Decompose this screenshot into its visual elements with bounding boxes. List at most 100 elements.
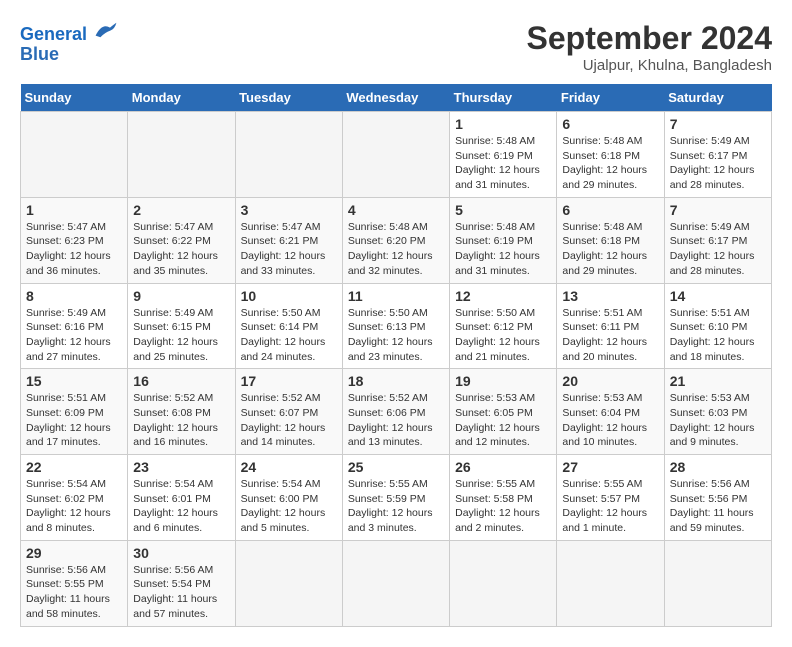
calendar-cell: 12Sunrise: 5:50 AMSunset: 6:12 PMDayligh… <box>450 283 557 369</box>
day-info: Sunrise: 5:49 AMSunset: 6:17 PMDaylight:… <box>670 220 766 279</box>
main-title: September 2024 <box>527 20 772 57</box>
day-info: Sunrise: 5:54 AMSunset: 6:00 PMDaylight:… <box>241 477 337 536</box>
logo-text: General <box>20 20 118 45</box>
col-header-sunday: Sunday <box>21 84 128 112</box>
calendar-cell: 28Sunrise: 5:56 AMSunset: 5:56 PMDayligh… <box>664 455 771 541</box>
calendar-cell: 7 Sunrise: 5:49 AMSunset: 6:17 PMDaylight… <box>664 197 771 283</box>
logo-bird-icon <box>94 20 118 40</box>
calendar-cell: 21 Sunrise: 5:53 AMSunset: 6:03 PMDayligh… <box>664 369 771 455</box>
calendar-cell: 30 Sunrise: 5:56 AMSunset: 5:54 PMDayligh… <box>128 540 235 626</box>
day-info: Sunrise: 5:47 AMSunset: 6:21 PMDaylight:… <box>241 220 337 279</box>
calendar-cell: 2Sunrise: 5:47 AMSunset: 6:22 PMDaylight… <box>128 197 235 283</box>
day-number: 22 <box>26 459 122 475</box>
day-number: 16 <box>133 373 229 389</box>
day-number: 21 <box>670 373 766 389</box>
calendar-cell: 10Sunrise: 5:50 AMSunset: 6:14 PMDayligh… <box>235 283 342 369</box>
day-number: 6 <box>562 202 658 218</box>
day-number: 6 <box>562 116 658 132</box>
calendar-cell: 9 Sunrise: 5:49 AMSunset: 6:15 PMDaylight… <box>128 283 235 369</box>
calendar-week-row: 1Sunrise: 5:47 AMSunset: 6:23 PMDaylight… <box>21 197 772 283</box>
subtitle: Ujalpur, Khulna, Bangladesh <box>527 57 772 74</box>
col-header-thursday: Thursday <box>450 84 557 112</box>
calendar-cell: 6Sunrise: 5:48 AMSunset: 6:18 PMDaylight… <box>557 197 664 283</box>
title-block: September 2024 Ujalpur, Khulna, Banglade… <box>527 20 772 74</box>
day-info: Sunrise: 5:48 AMSunset: 6:19 PMDaylight:… <box>455 134 551 193</box>
day-number: 20 <box>562 373 658 389</box>
day-info: Sunrise: 5:49 AMSunset: 6:16 PMDaylight:… <box>26 306 122 365</box>
day-number: 26 <box>455 459 551 475</box>
day-info: Sunrise: 5:55 AMSunset: 5:57 PMDaylight:… <box>562 477 658 536</box>
calendar-cell: 26 Sunrise: 5:55 AMSunset: 5:58 PMDayligh… <box>450 455 557 541</box>
day-number: 4 <box>348 202 444 218</box>
calendar-table: SundayMondayTuesdayWednesdayThursdayFrid… <box>20 84 772 627</box>
calendar-cell <box>664 540 771 626</box>
day-number: 11 <box>348 288 444 304</box>
calendar-cell: 24Sunrise: 5:54 AMSunset: 6:00 PMDayligh… <box>235 455 342 541</box>
logo-general: General <box>20 24 87 44</box>
day-info: Sunrise: 5:47 AMSunset: 6:23 PMDaylight:… <box>26 220 122 279</box>
day-info: Sunrise: 5:53 AMSunset: 6:03 PMDaylight:… <box>670 391 766 450</box>
day-info: Sunrise: 5:47 AMSunset: 6:22 PMDaylight:… <box>133 220 229 279</box>
day-number: 19 <box>455 373 551 389</box>
calendar-cell: 4 Sunrise: 5:48 AMSunset: 6:20 PMDaylight… <box>342 197 449 283</box>
day-number: 23 <box>133 459 229 475</box>
col-header-friday: Friday <box>557 84 664 112</box>
day-info: Sunrise: 5:51 AMSunset: 6:10 PMDaylight:… <box>670 306 766 365</box>
calendar-week-row: 15Sunrise: 5:51 AMSunset: 6:09 PMDayligh… <box>21 369 772 455</box>
col-header-monday: Monday <box>128 84 235 112</box>
calendar-cell: 23Sunrise: 5:54 AMSunset: 6:01 PMDayligh… <box>128 455 235 541</box>
calendar-cell: 29Sunrise: 5:56 AMSunset: 5:55 PMDayligh… <box>21 540 128 626</box>
calendar-cell <box>450 540 557 626</box>
calendar-cell: 16Sunrise: 5:52 AMSunset: 6:08 PMDayligh… <box>128 369 235 455</box>
day-info: Sunrise: 5:48 AMSunset: 6:19 PMDaylight:… <box>455 220 551 279</box>
calendar-header-row: SundayMondayTuesdayWednesdayThursdayFrid… <box>21 84 772 112</box>
day-info: Sunrise: 5:50 AMSunset: 6:13 PMDaylight:… <box>348 306 444 365</box>
day-info: Sunrise: 5:48 AMSunset: 6:20 PMDaylight:… <box>348 220 444 279</box>
day-info: Sunrise: 5:53 AMSunset: 6:04 PMDaylight:… <box>562 391 658 450</box>
calendar-cell: 18Sunrise: 5:52 AMSunset: 6:06 PMDayligh… <box>342 369 449 455</box>
day-number: 1 <box>455 116 551 132</box>
calendar-cell: 14 Sunrise: 5:51 AMSunset: 6:10 PMDayligh… <box>664 283 771 369</box>
calendar-cell: 8Sunrise: 5:49 AMSunset: 6:16 PMDaylight… <box>21 283 128 369</box>
day-number: 25 <box>348 459 444 475</box>
day-number: 30 <box>133 545 229 561</box>
calendar-week-row: 8Sunrise: 5:49 AMSunset: 6:16 PMDaylight… <box>21 283 772 369</box>
calendar-cell: 6Sunrise: 5:48 AMSunset: 6:18 PMDaylight… <box>557 112 664 198</box>
calendar-cell: 7Sunrise: 5:49 AMSunset: 6:17 PMDaylight… <box>664 112 771 198</box>
day-info: Sunrise: 5:55 AMSunset: 5:59 PMDaylight:… <box>348 477 444 536</box>
day-info: Sunrise: 5:56 AMSunset: 5:56 PMDaylight:… <box>670 477 766 536</box>
day-info: Sunrise: 5:51 AMSunset: 6:09 PMDaylight:… <box>26 391 122 450</box>
calendar-cell: 11 Sunrise: 5:50 AMSunset: 6:13 PMDayligh… <box>342 283 449 369</box>
day-number: 7 <box>670 202 766 218</box>
day-info: Sunrise: 5:55 AMSunset: 5:58 PMDaylight:… <box>455 477 551 536</box>
day-number: 14 <box>670 288 766 304</box>
calendar-cell: 13 Sunrise: 5:51 AMSunset: 6:11 PMDayligh… <box>557 283 664 369</box>
calendar-cell: 20 Sunrise: 5:53 AMSunset: 6:04 PMDayligh… <box>557 369 664 455</box>
calendar-cell <box>342 112 449 198</box>
col-header-saturday: Saturday <box>664 84 771 112</box>
day-info: Sunrise: 5:49 AMSunset: 6:15 PMDaylight:… <box>133 306 229 365</box>
calendar-week-row: 1 Sunrise: 5:48 AMSunset: 6:19 PMDaylight… <box>21 112 772 198</box>
logo: General Blue <box>20 20 118 65</box>
calendar-cell: 3Sunrise: 5:47 AMSunset: 6:21 PMDaylight… <box>235 197 342 283</box>
calendar-week-row: 22Sunrise: 5:54 AMSunset: 6:02 PMDayligh… <box>21 455 772 541</box>
day-info: Sunrise: 5:56 AMSunset: 5:54 PMDaylight:… <box>133 563 229 622</box>
calendar-cell <box>235 112 342 198</box>
col-header-wednesday: Wednesday <box>342 84 449 112</box>
calendar-cell <box>128 112 235 198</box>
calendar-cell: 25 Sunrise: 5:55 AMSunset: 5:59 PMDayligh… <box>342 455 449 541</box>
calendar-cell: 15Sunrise: 5:51 AMSunset: 6:09 PMDayligh… <box>21 369 128 455</box>
day-info: Sunrise: 5:53 AMSunset: 6:05 PMDaylight:… <box>455 391 551 450</box>
calendar-cell: 1 Sunrise: 5:48 AMSunset: 6:19 PMDaylight… <box>450 112 557 198</box>
day-number: 5 <box>455 202 551 218</box>
day-info: Sunrise: 5:52 AMSunset: 6:07 PMDaylight:… <box>241 391 337 450</box>
day-number: 13 <box>562 288 658 304</box>
day-number: 17 <box>241 373 337 389</box>
day-number: 12 <box>455 288 551 304</box>
day-number: 29 <box>26 545 122 561</box>
day-number: 18 <box>348 373 444 389</box>
day-info: Sunrise: 5:50 AMSunset: 6:14 PMDaylight:… <box>241 306 337 365</box>
day-number: 9 <box>133 288 229 304</box>
calendar-cell <box>557 540 664 626</box>
day-info: Sunrise: 5:51 AMSunset: 6:11 PMDaylight:… <box>562 306 658 365</box>
